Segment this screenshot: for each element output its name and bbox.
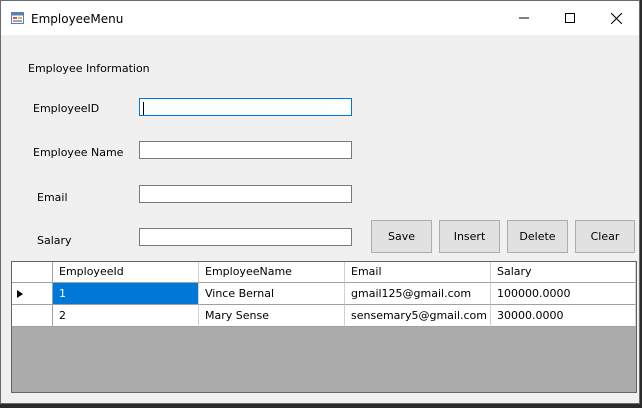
table-cell-employee-name[interactable]: Mary Sense: [199, 305, 345, 327]
insert-button[interactable]: Insert: [439, 220, 500, 253]
form-icon: [11, 12, 24, 24]
table-cell-salary[interactable]: 100000.0000: [491, 283, 636, 305]
close-icon: [610, 12, 622, 24]
employee-id-field[interactable]: [139, 98, 352, 116]
employee-information-heading: Employee Information: [28, 62, 150, 75]
employee-id-label: EmployeeID: [33, 102, 100, 115]
column-header-salary[interactable]: Salary: [491, 262, 636, 283]
text-caret: [143, 102, 144, 115]
grid-corner-header[interactable]: [12, 262, 53, 283]
email-label: Email: [37, 191, 68, 204]
maximize-icon: [565, 13, 575, 23]
row-header[interactable]: [12, 283, 53, 305]
table-cell-employee-name[interactable]: Vince Bernal: [199, 283, 345, 305]
employee-menu-window: EmployeeMenu Employee Information Employ…: [0, 0, 640, 404]
email-field[interactable]: [139, 185, 352, 203]
column-header-employee-name[interactable]: EmployeeName: [199, 262, 345, 283]
table-cell-employee-id[interactable]: 1: [53, 283, 199, 305]
save-button[interactable]: Save: [371, 220, 432, 253]
minimize-icon: [519, 17, 529, 19]
employee-name-label: Employee Name: [33, 146, 124, 159]
employee-data-grid[interactable]: EmployeeId EmployeeName Email Salary 1 V…: [11, 261, 637, 393]
column-header-email[interactable]: Email: [345, 262, 491, 283]
table-cell-email[interactable]: gmail125@gmail.com: [345, 283, 491, 305]
close-button[interactable]: [593, 1, 639, 35]
row-pointer-icon: [17, 290, 23, 298]
table-cell-salary[interactable]: 30000.0000: [491, 305, 636, 327]
employee-name-field[interactable]: [139, 141, 352, 159]
salary-field[interactable]: [139, 228, 352, 246]
table-cell-employee-id[interactable]: 2: [53, 305, 199, 327]
clear-button[interactable]: Clear: [575, 220, 635, 253]
minimize-button[interactable]: [501, 1, 547, 35]
table-cell-email[interactable]: sensemary5@gmail.com: [345, 305, 491, 327]
title-bar[interactable]: EmployeeMenu: [1, 1, 639, 35]
salary-label: Salary: [37, 234, 72, 247]
window-title: EmployeeMenu: [31, 12, 124, 26]
maximize-button[interactable]: [547, 1, 593, 35]
delete-button[interactable]: Delete: [507, 220, 568, 253]
column-header-employee-id[interactable]: EmployeeId: [53, 262, 199, 283]
row-header[interactable]: [12, 305, 53, 327]
